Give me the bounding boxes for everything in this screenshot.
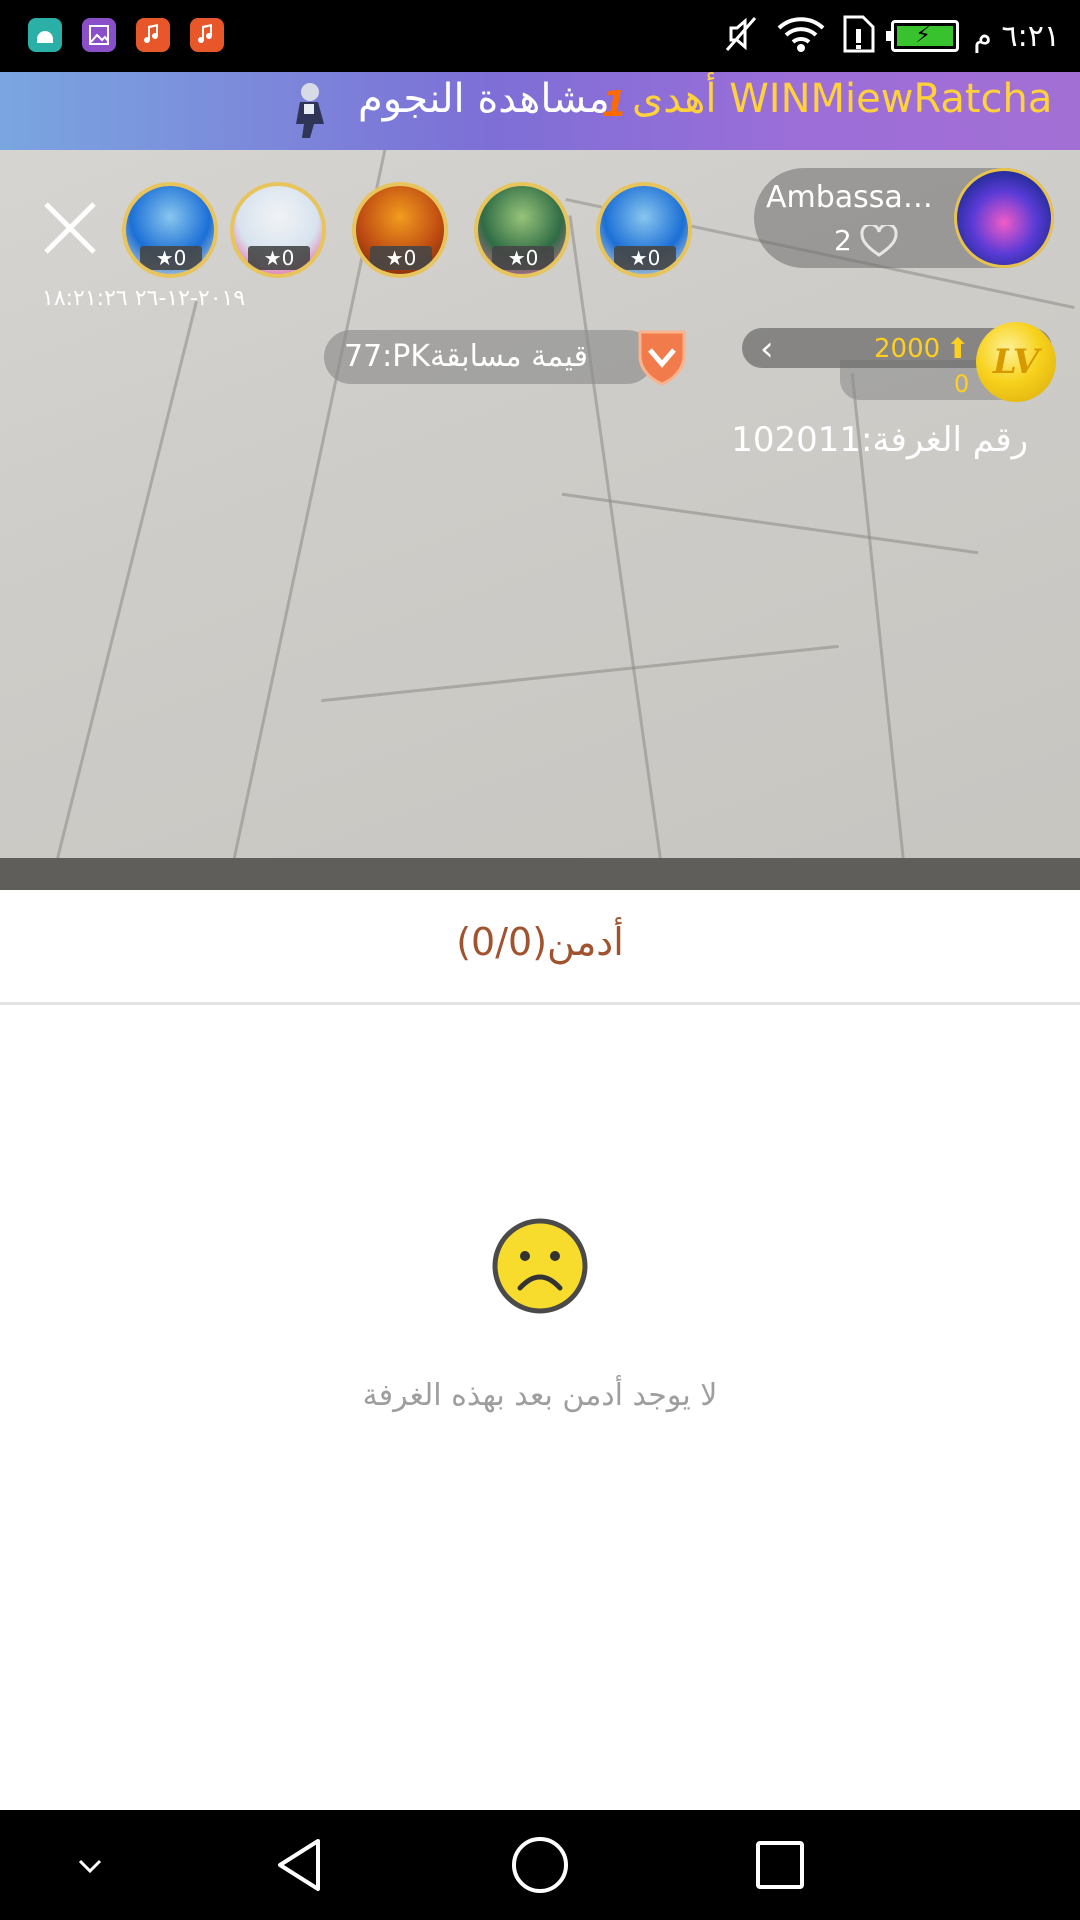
hide-keyboard-icon[interactable] [60, 1835, 120, 1895]
viewer-avatar[interactable]: ★0 [230, 182, 326, 278]
mute-icon [721, 14, 761, 58]
viewer-star-count: ★0 [492, 246, 554, 270]
wifi-icon [775, 14, 827, 58]
host-likes-count: 2 [834, 224, 852, 257]
level-badge-icon: LV [976, 322, 1056, 402]
chevron-left-icon[interactable]: ‹ [760, 332, 774, 366]
level-sub-points: 0 [954, 370, 970, 398]
status-bar: ⚡ ٦:٢١ م [0, 0, 1080, 72]
heart-icon [860, 224, 898, 257]
viewer-avatar[interactable]: ★0 [596, 182, 692, 278]
battery-charging-icon: ⚡ [886, 20, 960, 52]
marquee-text-white: مشاهدة النجوم [358, 76, 610, 122]
marquee-count-badge: 1 [602, 84, 628, 125]
marquee-text-gold: أهدى WINMiewRatcha [632, 76, 1053, 122]
viewer-avatar[interactable]: ★0 [352, 182, 448, 278]
viewer-star-count: ★0 [370, 246, 432, 270]
arrow-up-icon: ⬆ [946, 332, 970, 365]
admin-panel: أدمن(0/0) لا يوجد أدمن بعد بهذه الغرفة [0, 890, 1080, 1810]
gallery-icon [82, 18, 116, 52]
viewer-avatar[interactable]: ★0 [474, 182, 570, 278]
gift-marquee-banner[interactable]: مشاهدة النجوم 1 أهدى WINMiewRatcha [0, 72, 1080, 150]
clock: ٦:٢١ م [973, 18, 1060, 54]
sim-icon [841, 13, 877, 59]
live-video-stage[interactable]: مشاهدة النجوم 1 أهدى WINMiewRatcha ٢٠١٩-… [0, 72, 1080, 890]
admin-panel-title: أدمن(0/0) [456, 920, 624, 964]
host-likes: 2 [834, 224, 898, 257]
host-card[interactable]: Ambassad... 2 [754, 168, 1054, 268]
music-icon [136, 18, 170, 52]
viewer-star-count: ★0 [140, 246, 202, 270]
host-name: Ambassad... [766, 180, 946, 215]
back-icon[interactable] [270, 1835, 330, 1895]
divider [0, 1002, 1080, 1005]
pk-contest-value[interactable]: 77:PKقيمة مسابقة [324, 330, 654, 384]
music-icon [190, 18, 224, 52]
shield-icon[interactable] [636, 326, 688, 386]
astronaut-icon [296, 83, 324, 138]
close-icon[interactable] [40, 198, 100, 258]
host-avatar[interactable] [954, 168, 1054, 268]
room-number: رقم الغرفة:102011 [731, 420, 1028, 460]
home-icon[interactable] [510, 1835, 570, 1895]
viewer-star-count: ★0 [614, 246, 676, 270]
sad-face-icon [492, 1218, 588, 1314]
empty-state-message: لا يوجد أدمن بعد بهذه الغرفة [362, 1378, 718, 1413]
navigation-bar [0, 1810, 1080, 1920]
level-points: 2000 [874, 334, 941, 364]
android-icon [28, 18, 62, 52]
stream-datetime: ٢٠١٩-١٢-٢٦ ١٨:٢١:٢٦ [42, 286, 246, 311]
recent-apps-icon[interactable] [750, 1835, 810, 1895]
viewer-star-count: ★0 [248, 246, 310, 270]
viewer-avatar[interactable]: ★0 [122, 182, 218, 278]
